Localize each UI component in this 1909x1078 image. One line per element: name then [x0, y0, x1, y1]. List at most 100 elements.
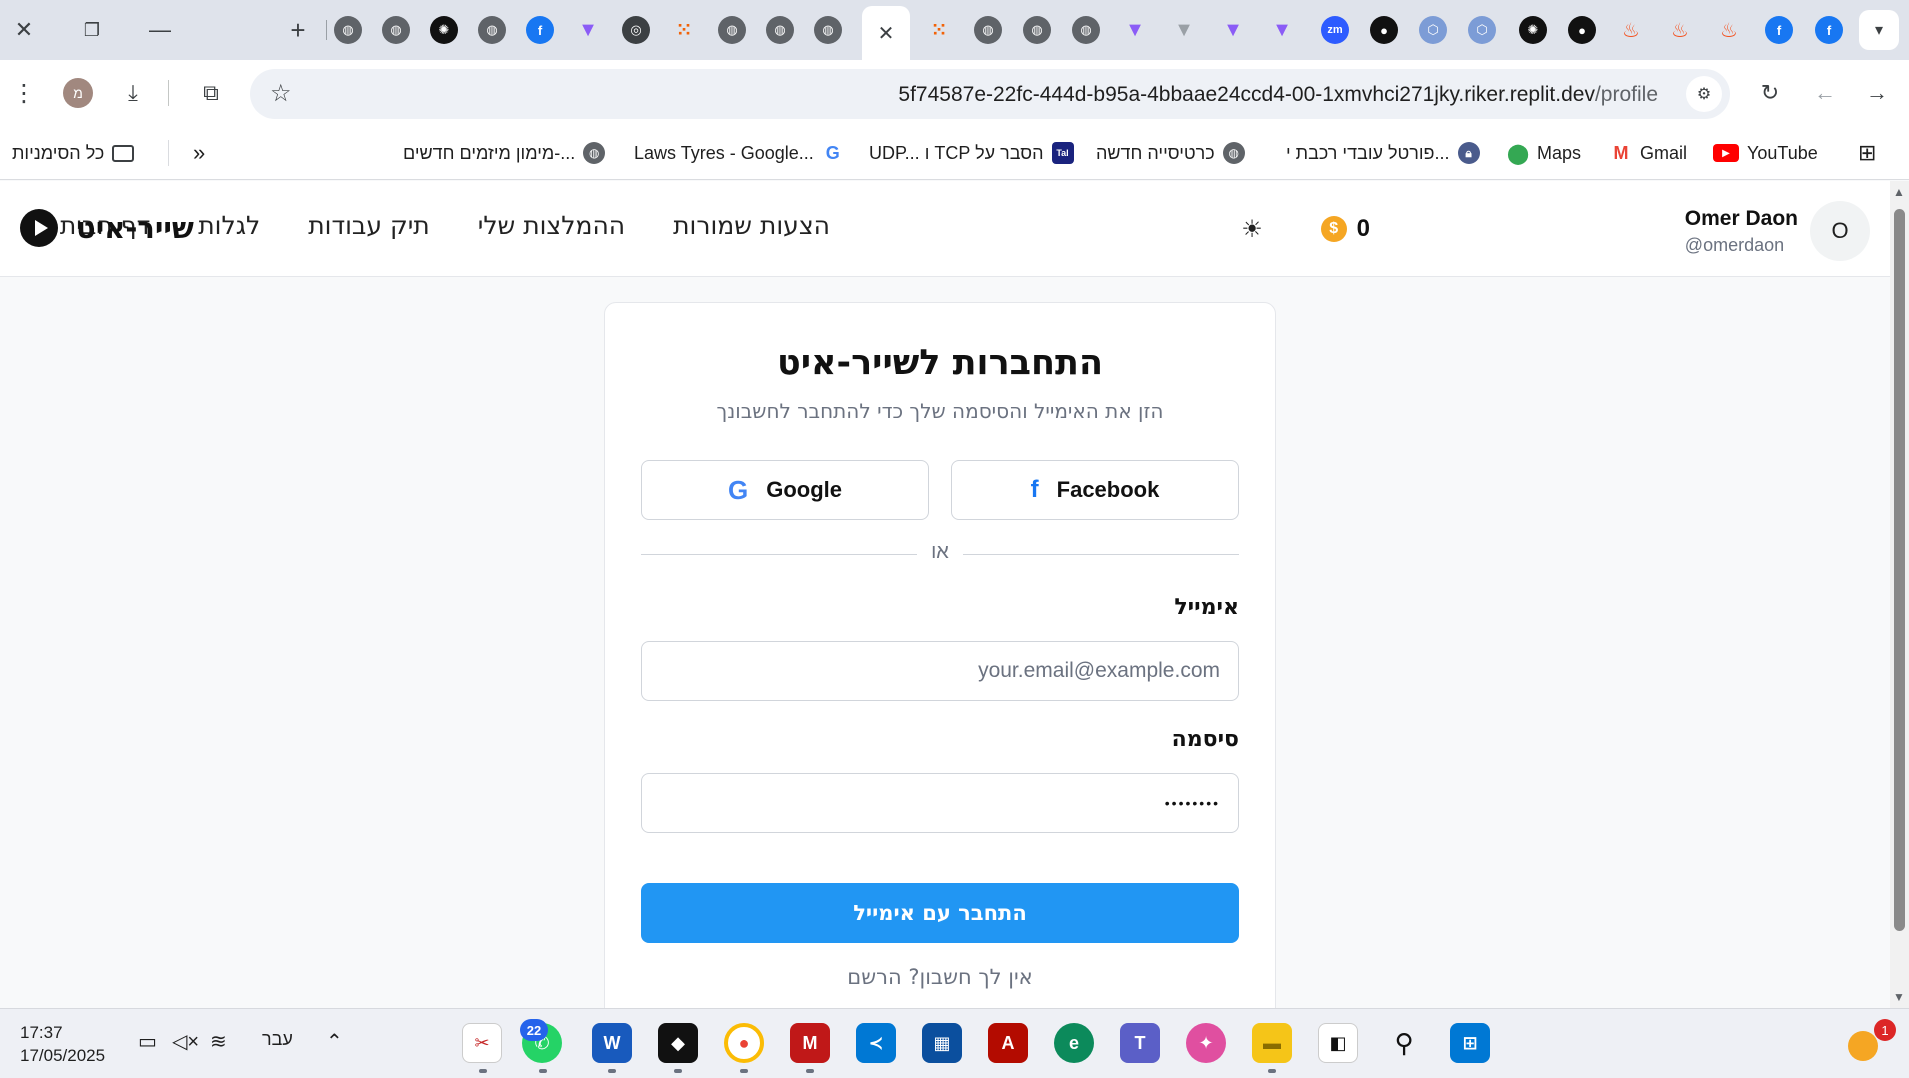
chatgpt-icon[interactable]: ✺	[430, 16, 458, 44]
fire-icon[interactable]: ♨	[1715, 16, 1743, 44]
acrobat-icon[interactable]: A	[988, 1023, 1028, 1063]
volume-muted-icon[interactable]: ◁×	[172, 1029, 199, 1054]
facebook-login-button[interactable]: f Facebook	[951, 460, 1239, 520]
globe-icon[interactable]: ◍	[1072, 16, 1100, 44]
globe-icon[interactable]: ◍	[1023, 16, 1051, 44]
battery-icon[interactable]: ▭	[138, 1029, 157, 1054]
nav-discover[interactable]: לגלות	[198, 211, 260, 240]
back-arrow-icon[interactable]: ←	[1805, 73, 1845, 113]
globe-icon[interactable]: ◍	[382, 16, 410, 44]
login-card: התחברות לשייר-איט הזן את האימייל והסיסמה…	[604, 302, 1276, 1008]
password-field[interactable]: ••••••••	[641, 773, 1239, 833]
vite-icon[interactable]: ▼	[1219, 16, 1247, 44]
bookmark-maps[interactable]: Maps ⬤	[1507, 140, 1581, 166]
globe-icon[interactable]: ◍	[718, 16, 746, 44]
globe-icon[interactable]: ◍	[814, 16, 842, 44]
download-icon[interactable]: ⤓	[113, 73, 153, 113]
edge-icon[interactable]: e	[1054, 1023, 1094, 1063]
word-icon[interactable]: W	[592, 1023, 632, 1063]
google-login-button[interactable]: G Google	[641, 460, 929, 520]
site-settings-icon[interactable]: ⚙	[1686, 76, 1722, 112]
facebook-icon[interactable]: f	[526, 16, 554, 44]
bookmarks-overflow-chevron-icon[interactable]: »	[193, 140, 205, 166]
sun-icon[interactable]: ☀	[1234, 211, 1270, 247]
hex-icon[interactable]: ⬡	[1419, 16, 1447, 44]
bookmark-star-icon[interactable]: ☆	[270, 79, 292, 108]
teams-icon[interactable]: T	[1120, 1023, 1160, 1063]
replit-icon[interactable]: ⁙	[925, 16, 953, 44]
email-field[interactable]: your.email@example.com	[641, 641, 1239, 701]
tray-chevron-up-icon[interactable]: ⌃	[326, 1029, 343, 1054]
bookmark-all-bookmarks[interactable]: כל הסימניות	[12, 140, 135, 166]
terminal-icon[interactable]: ◆	[658, 1023, 698, 1063]
email-login-button[interactable]: התחבר עם אימייל	[641, 883, 1239, 943]
profile-avatar[interactable]: מ	[63, 78, 93, 108]
chrome-icon[interactable]: ●	[724, 1023, 764, 1063]
bookmark-item[interactable]: UDP... ו TCP הסבר על Tal	[869, 140, 1074, 166]
nav-portfolio[interactable]: תיק עבודות	[308, 211, 430, 240]
bookmark-item[interactable]: פורטל עובדי רכבת י... 🔒︎	[1286, 140, 1480, 166]
fire-icon[interactable]: ♨	[1617, 16, 1645, 44]
clock[interactable]: 17:37 17/05/2025	[20, 1021, 105, 1067]
user-avatar[interactable]: O	[1810, 201, 1870, 261]
vite-gray-icon[interactable]: ▼	[1170, 16, 1198, 44]
notification-avatar[interactable]	[1848, 1031, 1878, 1061]
coins-balance[interactable]: $ 0	[1320, 215, 1370, 243]
zoom-icon[interactable]: zm	[1321, 16, 1349, 44]
windows-start-icon[interactable]: ⊞	[1450, 1023, 1490, 1063]
nav-saved-offers[interactable]: הצעות שמורות	[673, 211, 830, 240]
vite-icon[interactable]: ▼	[1268, 16, 1296, 44]
extensions-icon[interactable]: ⧉	[191, 73, 231, 113]
globe-icon[interactable]: ◍	[974, 16, 1002, 44]
scroll-thumb[interactable]	[1894, 209, 1905, 931]
new-tab-button[interactable]: +	[278, 10, 318, 50]
github-icon[interactable]: ●	[1370, 16, 1398, 44]
bookmark-item[interactable]: Laws Tyres - Google... G	[634, 140, 844, 166]
globe-icon[interactable]: ◍	[334, 16, 362, 44]
language-indicator[interactable]: עבר	[262, 1029, 293, 1050]
bookmark-youtube[interactable]: YouTube ▶	[1713, 140, 1818, 166]
github-icon[interactable]: ●	[1568, 16, 1596, 44]
close-window-icon[interactable]: ✕	[4, 10, 44, 50]
store-icon[interactable]: ▦	[922, 1023, 962, 1063]
file-explorer-icon[interactable]: ▬	[1252, 1023, 1292, 1063]
scroll-down-icon[interactable]: ▼	[1893, 990, 1905, 1004]
replit-icon[interactable]: ⁙	[670, 16, 698, 44]
hex-icon[interactable]: ⬡	[1468, 16, 1496, 44]
wifi-icon[interactable]: ≋	[210, 1029, 227, 1054]
mcafee-icon[interactable]: M	[790, 1023, 830, 1063]
copilot-icon[interactable]: ✦	[1186, 1023, 1226, 1063]
forward-arrow-icon[interactable]: →	[1857, 73, 1897, 113]
user-menu[interactable]: O Omer Daon @omerdaon	[1685, 201, 1870, 261]
restore-window-icon[interactable]: ❐	[72, 10, 112, 50]
facebook-icon[interactable]: f	[1815, 16, 1843, 44]
nav-my-recommendations[interactable]: ההמלצות שלי	[478, 211, 625, 240]
bookmark-item[interactable]: כרטיסייה חדשה ◍	[1096, 140, 1245, 166]
scroll-up-icon[interactable]: ▲	[1893, 185, 1905, 199]
apps-grid-icon[interactable]: ⊞	[1858, 140, 1876, 166]
vite-icon[interactable]: ▼	[1121, 16, 1149, 44]
page-scrollbar[interactable]: ▲ ▼	[1890, 181, 1909, 1008]
chatgpt-icon[interactable]: ✺	[1519, 16, 1547, 44]
more-menu-icon[interactable]: ⋮	[4, 73, 44, 113]
chrome-icon[interactable]: ◎	[622, 16, 650, 44]
bookmark-item[interactable]: מימון מיזמים חדשים-... ◍	[403, 140, 606, 166]
fire-icon[interactable]: ♨	[1666, 16, 1694, 44]
minimize-window-icon[interactable]: —	[140, 10, 180, 50]
globe-icon[interactable]: ◍	[766, 16, 794, 44]
snipping-tool-icon[interactable]: ✂	[462, 1023, 502, 1063]
brand[interactable]: שייר-איט	[20, 209, 194, 247]
vite-icon[interactable]: ▼	[574, 16, 602, 44]
signup-link[interactable]: אין לך חשבון? הרשם	[605, 965, 1275, 989]
address-bar[interactable]: ☆ 5f74587e-22fc-444d-b95a-4bbaae24ccd4-0…	[250, 69, 1730, 119]
search-icon[interactable]: ⚲	[1384, 1023, 1424, 1063]
active-tab-close-icon[interactable]: ✕	[862, 6, 910, 60]
vscode-icon[interactable]: ≺	[856, 1023, 896, 1063]
tab-search-chevron-icon[interactable]: ▾	[1859, 10, 1899, 50]
reload-icon[interactable]: ↻	[1750, 73, 1790, 113]
globe-icon[interactable]: ◍	[478, 16, 506, 44]
url-text[interactable]: 5f74587e-22fc-444d-b95a-4bbaae24ccd4-00-…	[898, 83, 1658, 107]
facebook-icon[interactable]: f	[1765, 16, 1793, 44]
bookmark-gmail[interactable]: Gmail M	[1610, 140, 1688, 166]
task-view-icon[interactable]: ◧	[1318, 1023, 1358, 1063]
